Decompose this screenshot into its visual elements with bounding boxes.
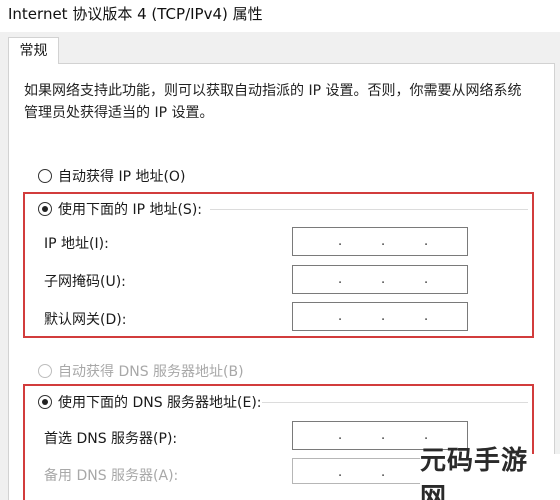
ip-separator: .: [381, 465, 386, 480]
manual-ip-option[interactable]: 使用下面的 IP 地址(S):: [38, 199, 202, 219]
subnet-mask-input[interactable]: . . .: [292, 265, 468, 294]
subnet-mask-label: 子网掩码(U):: [44, 274, 126, 290]
manual-dns-label: 使用下面的 DNS 服务器地址(E):: [58, 395, 262, 411]
dns-group-divider: [262, 402, 528, 403]
auto-ip-option[interactable]: 自动获得 IP 地址(O): [38, 166, 185, 186]
watermark-text: 元码手游网: [420, 446, 529, 500]
ip-separator: .: [424, 309, 429, 324]
ip-separator: .: [338, 428, 343, 443]
window-title: Internet 协议版本 4 (TCP/IPv4) 属性: [8, 5, 263, 23]
alternate-dns-label: 备用 DNS 服务器(A):: [44, 468, 179, 484]
ip-group-divider: [210, 209, 528, 210]
ip-separator: .: [424, 234, 429, 249]
ip-address-input[interactable]: . . .: [292, 227, 468, 256]
manual-ip-label: 使用下面的 IP 地址(S):: [58, 202, 202, 218]
ip-separator: .: [381, 234, 386, 249]
ip-address-label: IP 地址(I):: [44, 236, 109, 252]
ip-separator: .: [381, 428, 386, 443]
tab-general[interactable]: 常规: [8, 37, 59, 64]
title-bar: Internet 协议版本 4 (TCP/IPv4) 属性: [0, 0, 560, 32]
description-text: 如果网络支持此功能，则可以获取自动指派的 IP 设置。否则，你需要从网络系统管理…: [24, 83, 522, 121]
ip-separator: .: [424, 272, 429, 287]
ip-separator: .: [338, 234, 343, 249]
ip-separator: .: [381, 272, 386, 287]
auto-dns-radio[interactable]: [38, 364, 52, 378]
default-gateway-label: 默认网关(D):: [44, 312, 127, 328]
ip-separator: .: [338, 465, 343, 480]
auto-ip-radio[interactable]: [38, 169, 52, 183]
ip-separator: .: [381, 309, 386, 324]
manual-ip-radio[interactable]: [38, 202, 52, 216]
auto-ip-label: 自动获得 IP 地址(O): [58, 169, 186, 185]
site-watermark: 元码手游网: [420, 446, 560, 500]
ip-separator: .: [338, 309, 343, 324]
auto-dns-option[interactable]: 自动获得 DNS 服务器地址(B): [38, 361, 244, 381]
ip-separator: .: [338, 272, 343, 287]
auto-dns-label: 自动获得 DNS 服务器地址(B): [58, 364, 244, 380]
manual-dns-option[interactable]: 使用下面的 DNS 服务器地址(E):: [38, 392, 262, 412]
preferred-dns-label: 首选 DNS 服务器(P):: [44, 431, 178, 447]
default-gateway-input[interactable]: . . .: [292, 302, 468, 331]
manual-dns-radio[interactable]: [38, 395, 52, 409]
